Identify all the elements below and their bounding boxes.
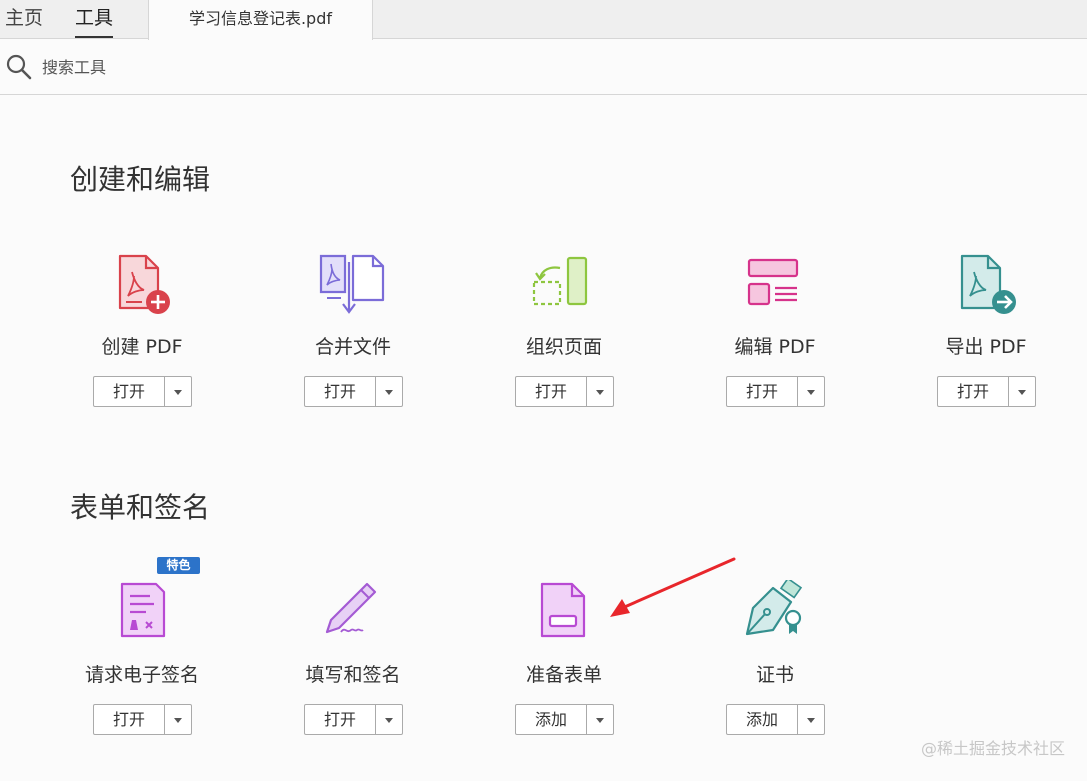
open-split-button: 打开 <box>304 376 403 407</box>
add-split-button: 添加 <box>726 704 825 735</box>
tool-label: 准备表单 <box>525 664 602 686</box>
tab-tools[interactable]: 工具 <box>75 0 114 39</box>
open-button[interactable]: 打开 <box>938 377 1009 406</box>
open-split-button: 打开 <box>93 376 192 407</box>
fill-sign-icon <box>325 582 377 634</box>
open-button[interactable]: 打开 <box>305 705 376 734</box>
document-tab[interactable]: 学习信息登记表.pdf <box>148 0 373 40</box>
featured-badge: 特色 <box>157 557 200 574</box>
open-button[interactable]: 打开 <box>94 705 165 734</box>
top-tab-bar: 主页 工具 学习信息登记表.pdf <box>0 0 1087 40</box>
open-split-button: 打开 <box>93 704 192 735</box>
tool-label: 证书 <box>755 664 794 686</box>
chevron-down-icon[interactable] <box>376 377 402 406</box>
open-button[interactable]: 打开 <box>305 377 376 406</box>
search-icon <box>6 54 32 80</box>
add-button[interactable]: 添加 <box>516 705 587 734</box>
tool-label: 创建 PDF <box>101 336 183 358</box>
chevron-down-icon[interactable] <box>165 705 191 734</box>
open-button[interactable]: 打开 <box>516 377 587 406</box>
combine-files-icon <box>319 254 385 314</box>
search-bar <box>0 40 1087 95</box>
open-split-button: 打开 <box>937 376 1036 407</box>
certificates-icon <box>745 580 803 636</box>
open-button[interactable]: 打开 <box>727 377 798 406</box>
chevron-down-icon[interactable] <box>798 377 824 406</box>
organize-pages-icon <box>532 256 588 306</box>
chevron-down-icon[interactable] <box>376 705 402 734</box>
section-title-create-edit: 创建和编辑 <box>70 163 211 196</box>
watermark: @稀土掘金技术社区 <box>920 739 1065 758</box>
add-split-button: 添加 <box>515 704 614 735</box>
open-split-button: 打开 <box>515 376 614 407</box>
chevron-down-icon[interactable] <box>165 377 191 406</box>
tool-label: 导出 PDF <box>945 336 1027 358</box>
chevron-down-icon[interactable] <box>587 705 613 734</box>
export-pdf-icon <box>960 254 1016 314</box>
tab-home[interactable]: 主页 <box>5 0 43 39</box>
tool-label: 请求电子签名 <box>84 664 199 686</box>
request-esign-icon <box>120 582 166 638</box>
prepare-form-icon <box>540 582 586 638</box>
tool-label: 编辑 PDF <box>734 336 816 358</box>
open-button[interactable]: 打开 <box>94 377 165 406</box>
chevron-down-icon[interactable] <box>1009 377 1035 406</box>
chevron-down-icon[interactable] <box>587 377 613 406</box>
open-split-button: 打开 <box>726 376 825 407</box>
search-input[interactable] <box>42 54 442 80</box>
tool-label: 组织页面 <box>525 336 602 358</box>
create-pdf-icon <box>118 254 170 314</box>
add-button[interactable]: 添加 <box>727 705 798 734</box>
section-title-forms-signatures: 表单和签名 <box>70 491 211 524</box>
chevron-down-icon[interactable] <box>798 705 824 734</box>
open-split-button: 打开 <box>304 704 403 735</box>
annotation-arrow <box>610 557 736 617</box>
tool-label: 填写和签名 <box>305 664 401 686</box>
edit-pdf-icon <box>747 258 799 306</box>
tool-label: 合并文件 <box>314 336 391 358</box>
